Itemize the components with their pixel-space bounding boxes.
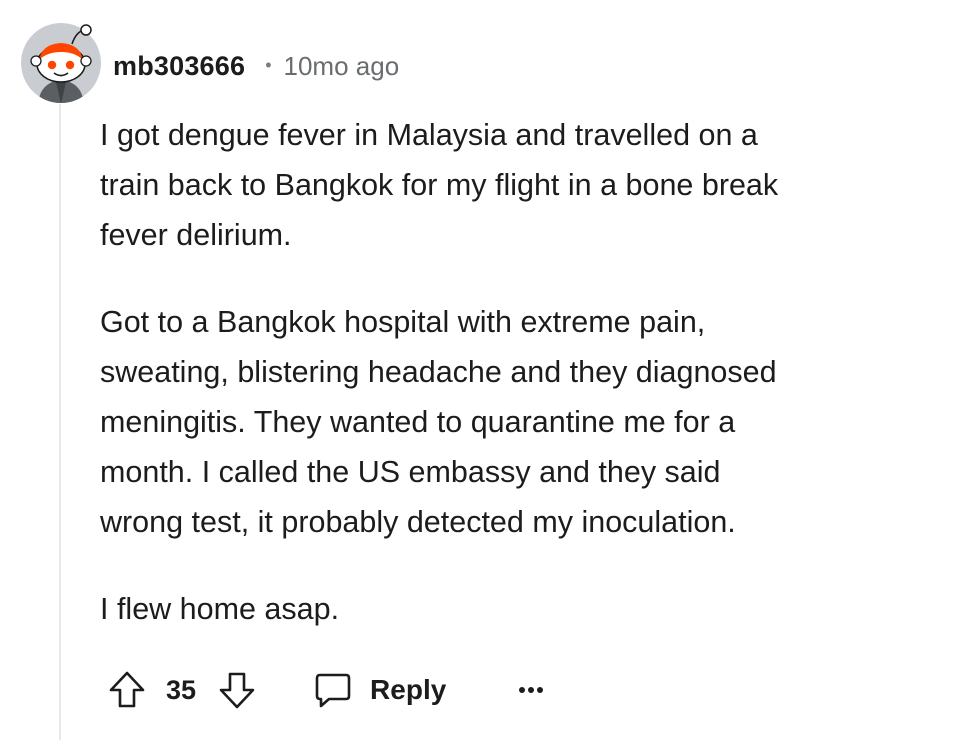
vote-count: 35 <box>166 674 197 705</box>
speech-bubble-icon <box>315 673 351 708</box>
comment-paragraph: I flew home asap. <box>100 592 340 626</box>
more-dots-icon <box>519 687 544 693</box>
meta-separator: • <box>265 54 272 75</box>
reply-button[interactable]: Reply <box>314 671 446 709</box>
timestamp[interactable]: 10mo ago <box>284 51 400 82</box>
comment-body: I got dengue fever in Malaysia and trave… <box>100 110 950 671</box>
downvote-button[interactable] <box>218 670 256 710</box>
comment-header: mb303666 • 10mo ago <box>113 44 399 88</box>
comment-paragraph: I got dengue fever in Malaysia and trave… <box>100 118 779 252</box>
username-link[interactable]: mb303666 <box>113 51 245 82</box>
reply-label: Reply <box>370 674 447 705</box>
thread-line <box>59 104 61 740</box>
arrow-up-icon <box>109 671 145 708</box>
comment-paragraph: Got to a Bangkok hospital with extreme p… <box>100 305 777 539</box>
avatar[interactable] <box>20 22 102 104</box>
reddit-snoo-avatar-icon <box>21 23 101 103</box>
comment-actions: 35 Reply <box>108 664 544 716</box>
upvote-button[interactable] <box>108 670 146 710</box>
more-options-button[interactable] <box>518 685 544 695</box>
arrow-down-icon <box>219 672 255 709</box>
